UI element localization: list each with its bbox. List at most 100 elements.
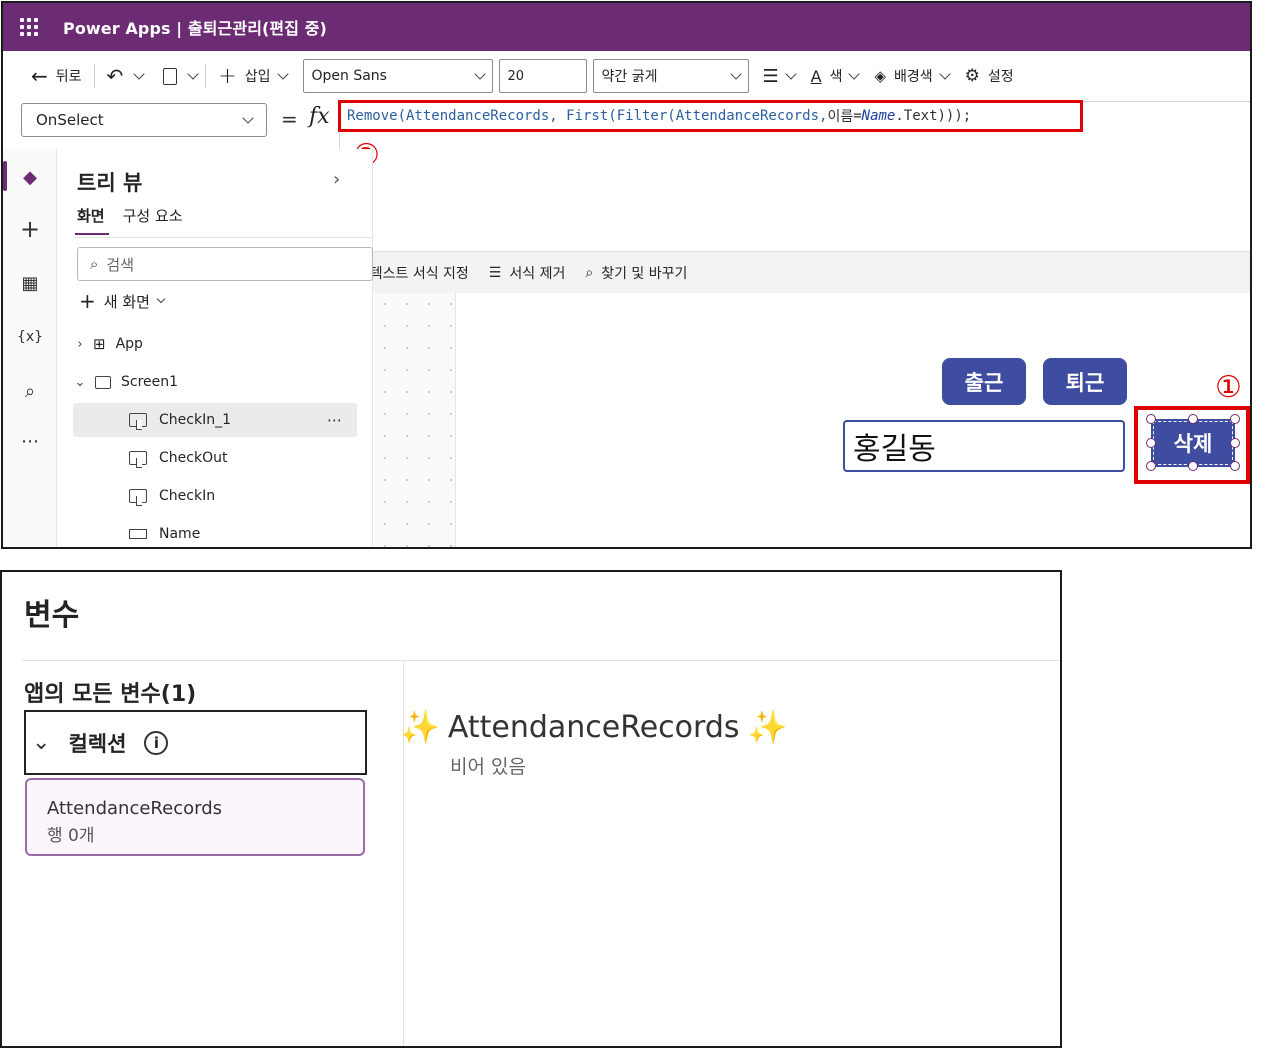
canvas-gutter	[374, 293, 456, 547]
chevron-down-icon	[133, 68, 145, 80]
text-input-icon	[129, 529, 147, 539]
remove-format-icon: ☰	[488, 264, 502, 281]
variables-panel: 변수 앱의 모든 변수(1) ⌄ 컬렉션 i AttendanceRecords…	[0, 570, 1062, 1048]
variable-card-rows: 행 0개	[47, 826, 95, 846]
paste-button[interactable]	[147, 60, 185, 92]
plus-icon: +	[79, 289, 96, 313]
title-bar: Power Apps | 출퇴근관리(편집 중)	[3, 3, 1250, 51]
chevron-down-icon: ⌄	[74, 374, 86, 390]
align-icon: ☰	[762, 65, 779, 87]
tree-item-checkout[interactable]: CheckOut	[73, 441, 357, 475]
app-launcher-icon[interactable]	[3, 3, 55, 51]
app-title: Power Apps | 출퇴근관리(편집 중)	[63, 19, 327, 38]
fill-color-button[interactable]: ◈ 배경색	[866, 60, 956, 92]
paste-dropdown[interactable]	[185, 60, 201, 92]
data-table-icon[interactable]: ▦	[3, 263, 57, 303]
search-icon[interactable]: ⌕	[3, 371, 57, 411]
resize-handle[interactable]	[1146, 414, 1156, 424]
resize-handle[interactable]	[1146, 438, 1156, 448]
plus-icon: +	[218, 63, 237, 89]
variable-card-name: AttendanceRecords	[47, 798, 222, 819]
insert-icon[interactable]: +	[3, 209, 57, 249]
screen-icon	[95, 375, 111, 389]
chevron-down-icon	[156, 294, 166, 304]
property-select[interactable]: OnSelect	[21, 103, 267, 137]
tree-view-panel: 트리 뷰 › 화면 구성 요소 ⌕ 검색 + 새 화면 › ⊞ App ⌄ Sc…	[57, 149, 373, 547]
remove-format-button[interactable]: ☰ 서식 제거	[489, 263, 566, 283]
variables-title: 변수	[24, 598, 80, 633]
delete-button[interactable]: 삭제	[1151, 419, 1235, 467]
powerapps-editor: Power Apps | 출퇴근관리(편집 중) ← 뒤로 ↶ + 삽입 Ope…	[1, 1, 1252, 549]
resize-handle[interactable]	[1146, 461, 1156, 471]
more-icon[interactable]: ⋯	[3, 421, 57, 461]
settings-button[interactable]: ⚙ 설정	[957, 60, 1022, 92]
insert-button[interactable]: + 삽입	[210, 60, 294, 92]
tab-underline	[75, 233, 109, 235]
back-button[interactable]: ← 뒤로	[23, 60, 90, 92]
resize-handle[interactable]	[1230, 414, 1240, 424]
fx-icon: fx	[309, 104, 330, 129]
chevron-right-icon[interactable]: ›	[333, 169, 340, 190]
info-icon[interactable]: i	[144, 730, 169, 755]
layers-icon[interactable]: ◆	[3, 157, 57, 197]
font-weight-select[interactable]: 약간 굵게	[592, 59, 749, 93]
sparkle-icon: ✨	[747, 708, 788, 746]
text-align-button[interactable]: ☰	[755, 60, 803, 92]
left-rail: ◆ + ▦ {x} ⌕ ⋯	[3, 149, 57, 547]
button-control-icon	[129, 489, 147, 506]
annotation-marker-1: ①	[1215, 370, 1242, 405]
sparkle-icon: ✨	[400, 708, 440, 746]
checkin-button[interactable]: 출근	[942, 358, 1026, 405]
back-arrow-icon: ←	[31, 64, 48, 88]
formula-code-highlight[interactable]: Remove(AttendanceRecords, First(Filter(A…	[338, 100, 1083, 132]
tree-item-screen1[interactable]: ⌄ Screen1	[73, 365, 357, 399]
divider	[22, 660, 1060, 661]
font-color-icon: A	[810, 66, 822, 86]
resize-handle[interactable]	[1230, 438, 1240, 448]
gear-icon: ⚙	[964, 66, 980, 86]
divider	[75, 237, 373, 238]
tab-components[interactable]: 구성 요소	[123, 205, 183, 226]
toolbar-divider	[205, 64, 207, 88]
app-icon: ⊞	[93, 335, 106, 353]
variables-icon[interactable]: {x}	[3, 317, 57, 357]
new-screen-button[interactable]: + 새 화면	[79, 289, 166, 313]
button-control-icon	[129, 413, 147, 430]
resize-handle[interactable]	[1188, 414, 1198, 424]
chevron-down-icon	[276, 68, 289, 80]
tree-item-checkin-1[interactable]: CheckIn_1 ⋯	[73, 403, 357, 437]
toolbar-divider	[93, 64, 95, 88]
tree-view-title: 트리 뷰	[77, 171, 143, 195]
tree-search-input[interactable]: ⌕ 검색	[77, 247, 373, 281]
tree-item-name[interactable]: Name	[73, 517, 357, 547]
tree-item-checkin[interactable]: CheckIn	[73, 479, 357, 513]
more-options-icon[interactable]: ⋯	[327, 411, 343, 429]
undo-button[interactable]: ↶	[99, 60, 132, 92]
resize-handle[interactable]	[1230, 461, 1240, 471]
paint-bucket-icon: ◈	[874, 67, 887, 85]
font-family-select[interactable]: Open Sans	[302, 59, 493, 93]
tree-item-app[interactable]: › ⊞ App	[73, 327, 357, 361]
all-variables-heading: 앱의 모든 변수(1)	[24, 682, 197, 707]
chevron-down-icon	[939, 68, 951, 80]
variable-card[interactable]: AttendanceRecords 행 0개	[25, 778, 365, 856]
chevron-down-icon	[729, 68, 742, 80]
find-replace-button[interactable]: ⌕ 찾기 및 바꾸기	[585, 263, 687, 283]
undo-icon: ↶	[106, 64, 124, 88]
chevron-down-icon	[242, 112, 254, 124]
text-color-button[interactable]: A 색	[803, 60, 867, 92]
collections-group-header[interactable]: ⌄ 컬렉션 i	[24, 710, 367, 775]
chevron-down-icon	[473, 68, 486, 80]
tab-screens[interactable]: 화면	[77, 205, 105, 226]
resize-handle[interactable]	[1188, 461, 1198, 471]
command-bar: ← 뒤로 ↶ + 삽입 Open Sans 20 약간 굵게 ☰ A 색 ◈ 배…	[3, 51, 1250, 101]
chevron-down-icon: ⌄	[32, 730, 51, 755]
chevron-down-icon	[848, 68, 861, 80]
formula-footer: ≡ 텍스트 서식 지정 ☰ 서식 제거 ⌕ 찾기 및 바꾸기	[340, 251, 1250, 293]
checkout-button[interactable]: 퇴근	[1043, 358, 1127, 405]
search-icon: ⌕	[585, 264, 594, 281]
search-icon: ⌕	[90, 255, 99, 273]
font-size-input[interactable]: 20	[498, 59, 587, 93]
name-text-input[interactable]: 홍길동	[843, 420, 1125, 472]
undo-dropdown[interactable]	[131, 60, 147, 92]
